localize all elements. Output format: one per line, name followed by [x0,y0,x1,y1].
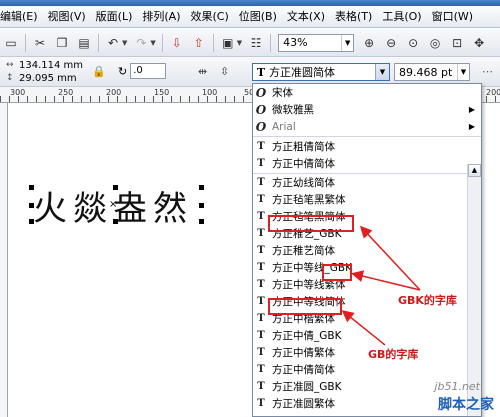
arrow-to-gbk-1 [359,225,421,291]
watermark-logo: 脚本之家 [438,397,494,413]
gbk-annotation: GBK的字库 [398,294,457,307]
arrow-to-gbk-2 [351,270,421,291]
gb-annotation: GB的字库 [368,348,419,361]
arrow-to-gb [341,310,386,346]
annotation-arrows [341,225,421,346]
watermark-url: jb51.net [434,380,480,393]
